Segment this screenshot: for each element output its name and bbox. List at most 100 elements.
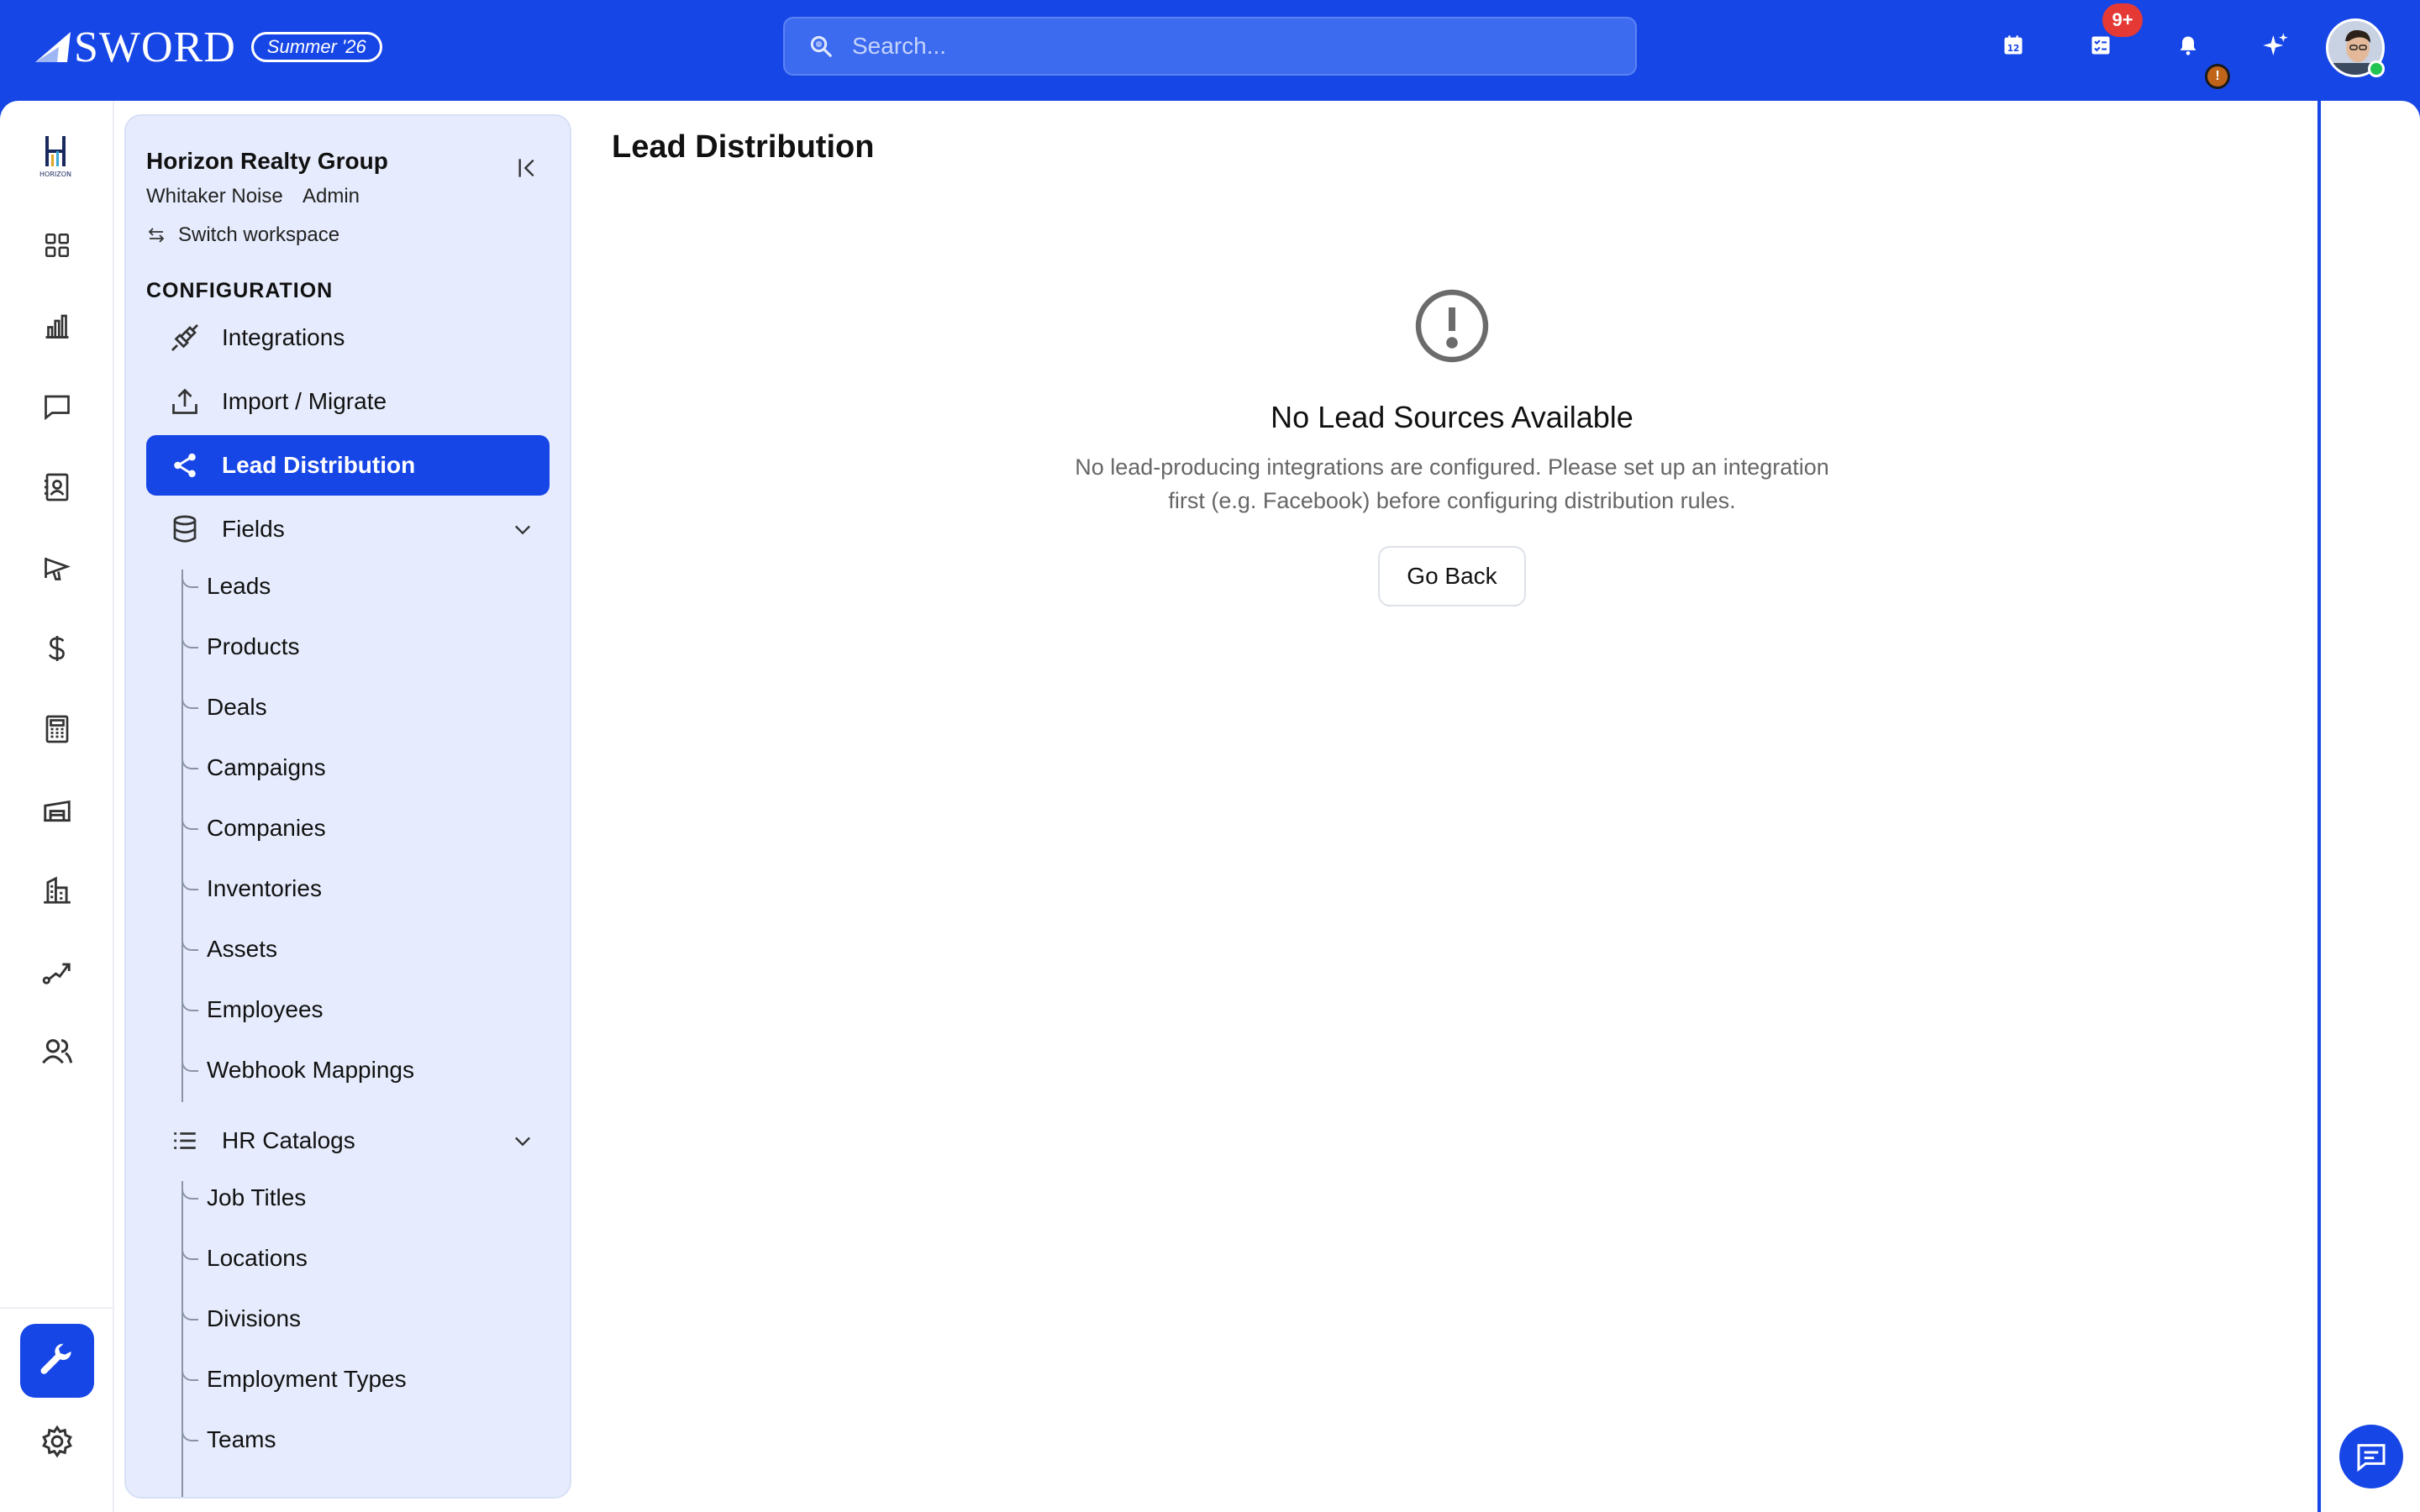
brand-logo[interactable]: SWORD Summer '26 <box>34 22 382 72</box>
bell-icon <box>2180 36 2196 55</box>
nav-fields-label: Fields <box>222 516 285 542</box>
sub-item-employment-types[interactable]: Employment Types <box>182 1362 407 1396</box>
rail-warehouse[interactable] <box>37 790 77 830</box>
tree-branch <box>182 1053 198 1072</box>
buildings-icon <box>44 876 71 904</box>
horizon-logo[interactable]: HORIZON <box>25 131 86 181</box>
ai-assistant-button[interactable] <box>2259 29 2292 62</box>
sub-item-label: Employees <box>207 996 324 1022</box>
tree-branch <box>182 1242 198 1260</box>
sub-item-divisions[interactable]: Divisions <box>182 1302 301 1336</box>
nav-import-migrate[interactable]: Import / Migrate <box>146 371 550 432</box>
notifications-button[interactable] <box>2171 29 2205 62</box>
warehouse-icon <box>44 800 71 822</box>
sub-item-webhook-mappings[interactable]: Webhook Mappings <box>182 1053 414 1087</box>
right-panel-border <box>2317 101 2321 1512</box>
user-role: Admin <box>302 185 360 207</box>
rail-contacts[interactable] <box>37 467 77 507</box>
sub-item-label: Job Titles <box>207 1184 307 1210</box>
dashboard-grid-icon <box>45 233 70 258</box>
tree-branch <box>182 1423 198 1441</box>
sword-logo-icon <box>35 32 71 62</box>
sub-item-leads[interactable]: Leads <box>182 570 271 603</box>
sub-item-label: Products <box>207 633 300 659</box>
tree-branch <box>182 690 198 709</box>
sub-item-label: Locations <box>207 1245 308 1271</box>
gear-icon <box>42 1425 72 1458</box>
main-content: Lead Distribution No Lead Sources Availa… <box>588 101 2319 1512</box>
sub-item-label: Deals <box>207 694 267 720</box>
calendar-icon: 12 <box>2004 35 2023 55</box>
sub-item-deals[interactable]: Deals <box>182 690 267 724</box>
switch-workspace-link[interactable]: Switch workspace <box>146 223 339 247</box>
sub-item-label: Employment Types <box>207 1366 407 1392</box>
sub-item-employees[interactable]: Employees <box>182 993 324 1026</box>
rail-messages[interactable] <box>37 386 77 427</box>
rail-analytics[interactable] <box>37 306 77 346</box>
empty-state-description: No lead-producing integrations are confi… <box>1075 454 1829 513</box>
go-back-button[interactable]: Go Back <box>1378 546 1526 606</box>
sub-item-products[interactable]: Products <box>182 630 300 664</box>
alert-circle-icon <box>1415 289 1489 363</box>
nav-import-label: Import / Migrate <box>222 388 387 414</box>
tree-branch <box>182 1362 198 1381</box>
nav-hr-catalogs-label: HR Catalogs <box>222 1127 355 1153</box>
configuration-panel: Horizon Realty Group Whitaker Noise Admi… <box>124 114 571 1499</box>
sub-item-label: Leads <box>207 573 271 599</box>
user-name: Whitaker Noise <box>146 185 283 207</box>
sub-item-label: Divisions <box>207 1305 302 1331</box>
sub-item-companies[interactable]: Companies <box>182 811 326 845</box>
brand-name: SWORD <box>74 23 236 71</box>
rail-settings[interactable] <box>37 1421 77 1462</box>
calendar-day: 12 <box>2007 44 2020 54</box>
calendar-button[interactable]: 12 <box>1996 29 2030 62</box>
search-input[interactable] <box>852 33 1608 60</box>
calculator-icon <box>45 715 69 743</box>
route-icon <box>42 963 71 984</box>
upload-icon <box>168 385 202 418</box>
rail-team[interactable] <box>37 1032 77 1072</box>
tree-branch <box>182 932 198 951</box>
rail-buildings[interactable] <box>37 870 77 911</box>
tree-branch <box>182 630 198 648</box>
sub-item-teams[interactable]: Teams <box>182 1423 276 1457</box>
dollar-icon <box>48 636 65 661</box>
rail-finance[interactable] <box>37 628 77 669</box>
nav-hr-catalogs[interactable]: HR Catalogs <box>146 1110 550 1171</box>
sub-item-assets[interactable]: Assets <box>182 932 277 966</box>
sub-item-inventories[interactable]: Inventories <box>182 872 322 906</box>
rail-campaigns[interactable] <box>37 548 77 588</box>
nav-integrations[interactable]: Integrations <box>146 307 550 368</box>
share-icon <box>168 449 202 482</box>
icon-rail: HORIZON <box>0 101 114 1512</box>
plug-icon <box>168 321 202 354</box>
rail-calculator[interactable] <box>37 709 77 749</box>
rail-divider <box>0 1307 114 1309</box>
tree-branch <box>182 1181 198 1200</box>
search-bar[interactable] <box>783 17 1637 76</box>
empty-state-title: No Lead Sources Available <box>1270 400 1634 434</box>
org-name: Horizon Realty Group <box>146 148 388 174</box>
nav-fields[interactable]: Fields <box>146 499 550 559</box>
nav-lead-distribution[interactable]: Lead Distribution <box>146 435 550 496</box>
sub-item-campaigns[interactable]: Campaigns <box>182 751 326 785</box>
chevron-down-icon[interactable] <box>511 1129 534 1152</box>
chat-support-button[interactable] <box>2339 1425 2403 1488</box>
rail-workflow[interactable] <box>37 951 77 991</box>
chevron-down-icon[interactable] <box>511 517 534 541</box>
sub-item-label: Companies <box>207 815 326 841</box>
nav-lead-distribution-label: Lead Distribution <box>222 452 416 478</box>
season-badge: Summer '26 <box>250 32 382 62</box>
sub-item-label: Webhook Mappings <box>207 1057 414 1083</box>
sub-item-label: Teams <box>207 1426 276 1452</box>
rail-configuration-button[interactable] <box>20 1324 94 1398</box>
rail-dashboard[interactable] <box>37 225 77 265</box>
tasks-count-badge: 9+ <box>2102 3 2143 37</box>
nav-integrations-label: Integrations <box>222 324 345 350</box>
sub-item-locations[interactable]: Locations <box>182 1242 308 1275</box>
swap-arrows-icon <box>148 228 165 243</box>
sub-item-job-titles[interactable]: Job Titles <box>182 1181 306 1215</box>
search-icon <box>810 35 832 57</box>
collapse-panel-button[interactable] <box>514 155 541 181</box>
horizon-logo-text: HORIZON <box>39 171 71 178</box>
